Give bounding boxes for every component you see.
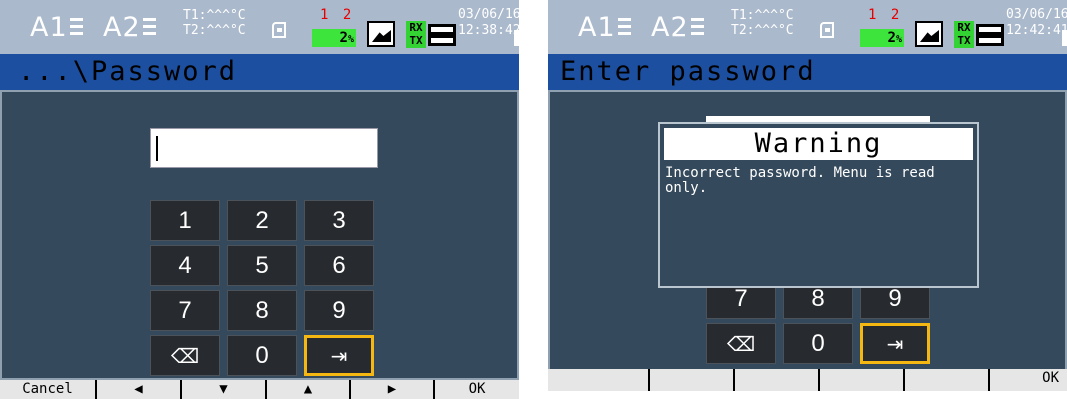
key-7[interactable]: 7 — [150, 290, 220, 331]
scroll-tick — [514, 30, 519, 46]
softkey-down[interactable]: ▼ — [180, 380, 265, 399]
warning-screen: A1 A2 T1:^^^°C T2:^^^°C 1 2 2% RX TX 03/0… — [548, 0, 1067, 399]
key-8[interactable]: 8 — [227, 290, 297, 331]
key-5[interactable]: 5 — [227, 245, 297, 286]
status-bar: A1 A2 T1:^^^°C T2:^^^°C 1 2 2% RX TX 03/0… — [0, 0, 519, 54]
softkey-cancel[interactable]: Cancel — [0, 380, 95, 399]
softkey-bar: Cancel ◀ ▼ ▲ ▶ OK — [0, 380, 519, 399]
channel-a1-indicator: A1 — [578, 12, 631, 43]
channel-a2-indicator: A2 — [103, 12, 156, 43]
password-screen: A1 A2 T1:^^^°C T2:^^^°C 1 2 2% RX TX 03/0… — [0, 0, 519, 399]
status-bar: A1 A2 T1:^^^°C T2:^^^°C 1 2 2% RX TX 03/0… — [548, 0, 1067, 54]
key-2[interactable]: 2 — [227, 200, 297, 241]
t2-readout: T2:^^^°C — [731, 23, 794, 38]
softkey-1[interactable] — [548, 369, 648, 391]
backspace-icon: ⌫ — [170, 344, 200, 368]
key-1[interactable]: 1 — [150, 200, 220, 241]
port-icon — [976, 24, 1004, 46]
page-title: ...\Password — [18, 56, 238, 87]
enter-icon: ⇥ — [886, 332, 904, 356]
channel-a2-indicator: A2 — [651, 12, 704, 43]
date: 03/06/16 — [1006, 7, 1067, 22]
softkey-bar: OK — [548, 369, 1067, 391]
date-time: 03/06/16 12:42:41 — [1006, 7, 1067, 39]
temperature-readout: T1:^^^°C T2:^^^°C — [731, 8, 794, 38]
bars-icon — [69, 18, 83, 38]
network-graph-icon — [367, 21, 395, 47]
page-title: Enter password — [560, 56, 816, 87]
softkey-3[interactable] — [733, 369, 818, 391]
channel-numbers: 1 2 — [320, 7, 355, 23]
dialog-message: Incorrect password. Menu is read only. — [665, 165, 935, 196]
percent-indicator: 2% — [860, 29, 904, 47]
channel-a1-indicator: A1 — [30, 12, 83, 43]
backspace-key[interactable]: ⌫ — [150, 335, 220, 376]
date-time: 03/06/16 12:38:42 — [458, 7, 519, 39]
enter-key[interactable]: ⇥ — [304, 335, 374, 376]
t1-readout: T1:^^^°C — [183, 8, 246, 23]
softkey-2[interactable] — [648, 369, 733, 391]
temperature-readout: T1:^^^°C T2:^^^°C — [183, 8, 246, 38]
dialog-title: Warning — [664, 128, 973, 160]
rx-tx-icon: RX TX — [406, 21, 426, 48]
key-9[interactable]: 9 — [304, 290, 374, 331]
port-icon — [428, 24, 456, 46]
softkey-up[interactable]: ▲ — [265, 380, 349, 399]
key-0[interactable]: 0 — [227, 335, 297, 376]
t1-readout: T1:^^^°C — [731, 8, 794, 23]
text-caret — [156, 136, 158, 161]
key-0[interactable]: 0 — [783, 323, 853, 364]
enter-key[interactable]: ⇥ — [860, 323, 930, 364]
key-6[interactable]: 6 — [304, 245, 374, 286]
scroll-tick — [1062, 30, 1067, 46]
percent-indicator: 2% — [312, 29, 356, 47]
backspace-icon: ⌫ — [726, 332, 756, 356]
channel-numbers: 1 2 — [868, 7, 903, 23]
softkey-right[interactable]: ▶ — [349, 380, 433, 399]
softkey-4[interactable] — [818, 369, 903, 391]
title-bar: ...\Password — [0, 54, 519, 90]
enter-icon: ⇥ — [330, 344, 348, 368]
key-3[interactable]: 3 — [304, 200, 374, 241]
date: 03/06/16 — [458, 7, 519, 22]
bars-icon — [142, 18, 156, 38]
network-graph-icon — [915, 21, 943, 47]
warning-dialog: Warning Incorrect password. Menu is read… — [658, 122, 979, 288]
password-input[interactable] — [150, 128, 378, 168]
softkey-left[interactable]: ◀ — [95, 380, 180, 399]
title-bar: Enter password — [548, 54, 1067, 90]
softkey-ok[interactable]: OK — [433, 380, 519, 399]
t2-readout: T2:^^^°C — [183, 23, 246, 38]
sd-card-icon — [820, 22, 834, 38]
rx-tx-icon: RX TX — [954, 21, 974, 48]
time: 12:42:41 — [1006, 23, 1067, 38]
softkey-5[interactable] — [903, 369, 988, 391]
backspace-key[interactable]: ⌫ — [706, 323, 776, 364]
sd-card-icon — [272, 22, 286, 38]
time: 12:38:42 — [458, 23, 519, 38]
bars-icon — [690, 18, 704, 38]
bars-icon — [617, 18, 631, 38]
key-4[interactable]: 4 — [150, 245, 220, 286]
softkey-ok[interactable]: OK — [988, 369, 1067, 391]
